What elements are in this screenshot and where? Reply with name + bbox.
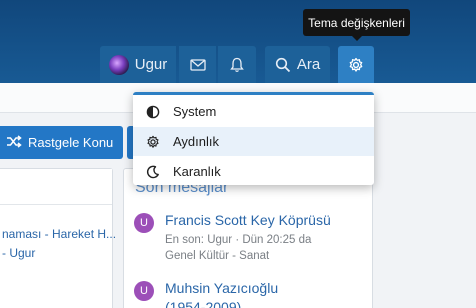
conversations-button[interactable] — [179, 46, 216, 83]
left-panel: naması - Hareket H... - Ugur — [0, 168, 116, 308]
left-panel-header — [0, 169, 112, 205]
gear-icon — [133, 135, 173, 149]
gear-icon — [348, 57, 364, 73]
user-label: Ugur — [134, 56, 168, 73]
avatar[interactable]: U — [134, 213, 154, 233]
recent-posts-panel: Son mesajlar U Francis Scott Key Köprüsü… — [123, 168, 373, 308]
theme-option-dark[interactable]: Karanlık — [133, 157, 374, 186]
post-title-link[interactable]: Francis Scott Key Köprüsü — [165, 212, 331, 228]
random-thread-label: Rastgele Konu — [28, 135, 114, 150]
theme-option-system[interactable]: System — [133, 97, 374, 126]
bell-icon — [230, 57, 244, 73]
theme-option-light[interactable]: Aydınlık — [133, 127, 374, 156]
post-forum-link[interactable]: Genel Kültür - Sanat — [165, 248, 269, 264]
user-menu-button[interactable]: Ugur — [100, 46, 176, 83]
search-label: Ara — [296, 56, 321, 73]
search-button[interactable]: Ara — [265, 46, 330, 83]
post-title-link-line2[interactable]: (1954-2009) — [165, 299, 241, 308]
theme-option-label: Karanlık — [173, 164, 221, 179]
left-panel-meta[interactable]: - Ugur — [2, 246, 35, 260]
post-meta: En son: Ugur · Dün 20:25 da — [165, 234, 312, 246]
half-circle-icon — [133, 105, 173, 119]
search-icon — [275, 57, 291, 73]
avatar — [108, 54, 129, 75]
random-thread-button[interactable]: Rastgele Konu — [0, 126, 123, 159]
avatar[interactable]: U — [134, 281, 154, 301]
theme-option-label: System — [173, 104, 217, 119]
theme-switcher-button[interactable] — [338, 46, 374, 84]
post-title-link[interactable]: Muhsin Yazıcıoğlu — [165, 280, 278, 296]
theme-option-label: Aydınlık — [173, 134, 220, 149]
theme-tooltip: Tema değişkenleri — [303, 9, 410, 41]
shuffle-icon — [6, 134, 28, 151]
theme-menu: System Aydınlık Karanlık — [133, 92, 374, 185]
alerts-button[interactable] — [218, 46, 256, 83]
moon-icon — [133, 165, 173, 179]
left-panel-link[interactable]: naması - Hareket H... — [2, 227, 116, 241]
envelope-icon — [189, 58, 206, 71]
